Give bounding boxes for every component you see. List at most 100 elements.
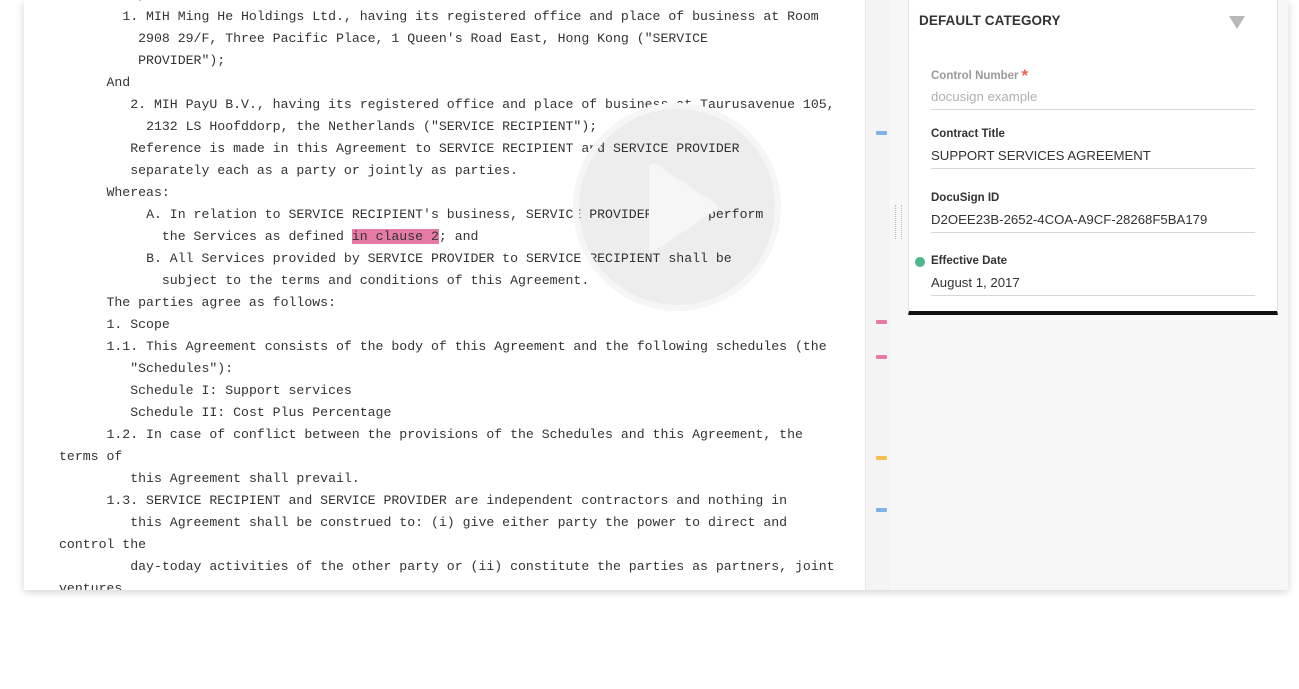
required-asterisk: * — [1021, 66, 1029, 85]
line-text: 1. Scope — [106, 317, 170, 332]
document-line: 2132 LS Hoofddorp, the Netherlands ("SER… — [59, 116, 597, 138]
annotation-marker[interactable] — [876, 456, 887, 460]
line-text: ; and — [438, 229, 479, 244]
document-line: 1.3. SERVICE RECIPIENT and SERVICE PROVI… — [59, 490, 787, 512]
line-text: 1.2. In case of conflict between the pro… — [106, 427, 803, 442]
document-line: The parties agree as follows: — [59, 292, 336, 314]
chevron-down-icon[interactable] — [1227, 14, 1247, 30]
line-text: 1. MIH Ming He Holdings Ltd., having its… — [122, 9, 819, 24]
document-line: control the — [59, 534, 146, 556]
effective-date-field[interactable]: Effective Date August 1, 2017 — [915, 255, 1255, 296]
video-play-button[interactable] — [573, 103, 781, 311]
document-line: this Agreement shall prevail. — [59, 468, 360, 490]
effective-date-input[interactable]: August 1, 2017 — [931, 275, 1255, 296]
control-number-field[interactable]: Control Number * docusign example — [931, 64, 1255, 110]
line-text: this Agreement shall prevail. — [130, 471, 360, 486]
document-line: subject to the terms and conditions of t… — [59, 270, 589, 292]
contract-title-input[interactable]: SUPPORT SERVICES AGREEMENT — [931, 148, 1255, 169]
document-line: Schedule II: Cost Plus Percentage — [59, 402, 391, 424]
docusign-id-input[interactable]: D2OEE23B-2652-4COA-A9CF-28268F5BA179 — [931, 212, 1255, 233]
control-number-label: Control Number — [931, 70, 1019, 82]
contract-viewer: The parties: 1. MIH Ming He Holdings Ltd… — [24, 0, 1288, 590]
line-text: And — [106, 75, 131, 90]
line-text: 2908 29/F, Three Pacific Place, 1 Queen'… — [138, 31, 708, 46]
splitter-grip-icon[interactable] — [895, 205, 902, 239]
left-resize-grip-icon[interactable] — [0, 205, 1, 239]
line-text: terms of — [59, 449, 123, 464]
category-card: DEFAULT CATEGORY Control Number * docusig… — [908, 0, 1278, 315]
document-line: Whereas: — [59, 182, 170, 204]
annotation-marker[interactable] — [876, 320, 887, 324]
contract-title-field[interactable]: Contract Title SUPPORT SERVICES AGREEMEN… — [931, 128, 1255, 169]
effective-date-label: Effective Date — [931, 255, 1008, 267]
line-text: this Agreement shall be construed to: (i… — [130, 515, 788, 530]
document-line: And — [59, 72, 130, 94]
docusign-id-field[interactable]: DocuSign ID D2OEE23B-2652-4COA-A9CF-2826… — [931, 192, 1255, 233]
document-line: 2908 29/F, Three Pacific Place, 1 Queen'… — [59, 28, 708, 50]
line-text: subject to the terms and conditions of t… — [161, 273, 590, 288]
line-text: day-today activities of the other party … — [130, 559, 835, 574]
document-line: this Agreement shall be construed to: (i… — [59, 512, 787, 534]
annotation-marker[interactable] — [876, 508, 887, 512]
document-line: ventures, — [59, 578, 130, 590]
document-line: the Services as defined in clause 2; and — [59, 226, 478, 248]
line-text: 2132 LS Hoofddorp, the Netherlands ("SER… — [146, 119, 598, 134]
document-line: terms of — [59, 446, 122, 468]
metadata-panel: DEFAULT CATEGORY Control Number * docusig… — [908, 0, 1288, 590]
control-number-input[interactable]: docusign example — [931, 89, 1255, 110]
document-line: 1. Scope — [59, 314, 170, 336]
category-title: DEFAULT CATEGORY — [919, 13, 1061, 28]
line-text: the Services as defined — [161, 229, 352, 244]
status-dot-icon — [915, 257, 925, 267]
document-line: 1. MIH Ming He Holdings Ltd., having its… — [59, 6, 819, 28]
line-text: Schedule I: Support services — [130, 383, 352, 398]
line-text: separately each as a party or jointly as… — [130, 163, 519, 178]
document-line: separately each as a party or jointly as… — [59, 160, 518, 182]
annotation-gutter — [865, 0, 892, 590]
play-icon — [649, 163, 717, 251]
line-text: The parties agree as follows: — [106, 295, 336, 310]
annotation-marker[interactable] — [876, 355, 887, 359]
pane-splitter[interactable] — [890, 0, 908, 590]
document-line: PROVIDER"); — [59, 50, 225, 72]
line-text: Schedule II: Cost Plus Percentage — [130, 405, 392, 420]
line-text: 1.3. SERVICE RECIPIENT and SERVICE PROVI… — [106, 493, 788, 508]
annotation-marker[interactable] — [876, 131, 887, 135]
document-line: Schedule I: Support services — [59, 380, 352, 402]
line-text: control the — [59, 537, 147, 552]
document-line: "Schedules"): — [59, 358, 233, 380]
line-text: ventures, — [59, 581, 131, 590]
line-text: PROVIDER"); — [138, 53, 226, 68]
document-line: 1.1. This Agreement consists of the body… — [59, 336, 826, 358]
document-line: day-today activities of the other party … — [59, 556, 835, 578]
document-line: 1.2. In case of conflict between the pro… — [59, 424, 803, 446]
docusign-id-label: DocuSign ID — [931, 192, 1000, 204]
line-text: Whereas: — [106, 185, 170, 200]
clause-reference-highlight[interactable]: in clause 2 — [351, 229, 439, 244]
